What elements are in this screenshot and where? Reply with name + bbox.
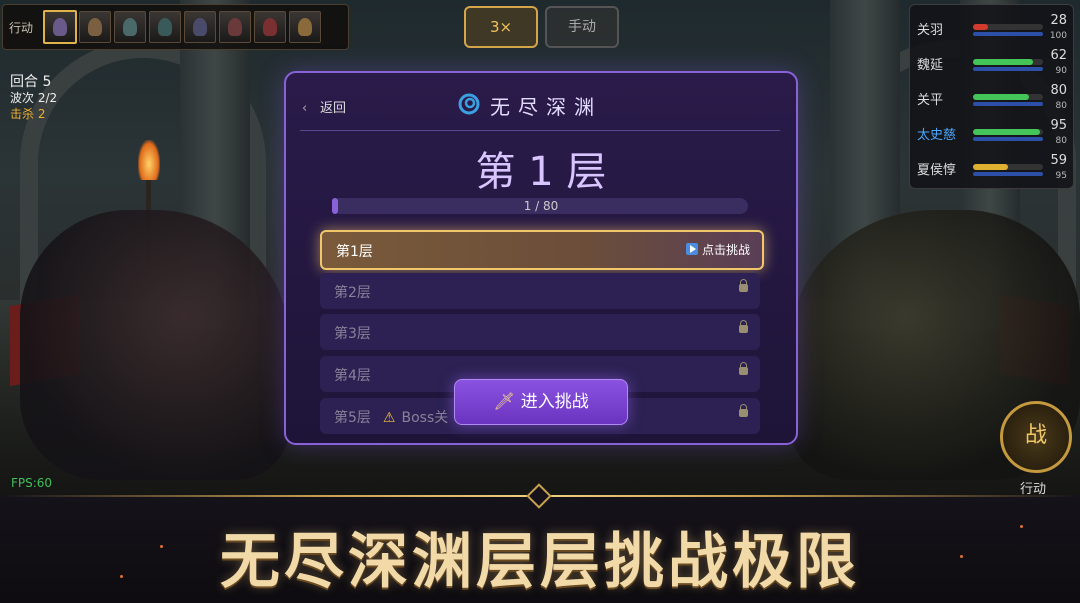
hp-bar	[973, 59, 1043, 65]
hp-bar	[973, 164, 1043, 170]
enter-challenge-label: 进入挑战	[520, 392, 589, 412]
hp-fill	[973, 164, 1008, 170]
unit-portrait[interactable]	[79, 11, 111, 43]
hero-name: 关羽	[917, 23, 944, 38]
unit-portrait[interactable]	[149, 11, 181, 43]
fps-counter: FPS:60	[11, 476, 53, 490]
torch-flame-icon	[138, 140, 160, 180]
wave-counter: 波次 2/2	[10, 91, 58, 105]
title-divider	[300, 130, 780, 131]
dialog-title: 无尽深渊	[490, 95, 602, 119]
back-label: 返回	[320, 101, 347, 116]
hp-value: 95	[1050, 118, 1067, 133]
lock-icon	[739, 279, 748, 292]
floor-label: 第5层 ⚠ Boss关	[334, 407, 448, 427]
ember-particle	[1020, 525, 1023, 528]
hp-value: 62	[1050, 48, 1067, 63]
boss-tag: Boss关	[401, 410, 449, 426]
back-arrow-icon: ‹	[302, 101, 308, 116]
battle-stats: 回合 5 波次 2/2 击杀 2	[10, 74, 57, 122]
action-order-label: 行动	[9, 21, 34, 35]
challenge-prompt-label: 点击挑战	[701, 243, 750, 257]
hp-value: 59	[1050, 153, 1067, 168]
unit-portrait[interactable]	[184, 11, 216, 43]
mp-bar	[973, 102, 1043, 106]
mp-value: 80	[1055, 101, 1067, 111]
sword-icon: 🗡	[493, 392, 515, 412]
hero-name: 太史慈	[917, 128, 957, 143]
hero-status-row[interactable]: 关羽 28 100	[910, 9, 1073, 43]
hp-value: 80	[1050, 83, 1067, 98]
current-floor-heading: 第 1 层	[475, 149, 607, 195]
hero-status-row[interactable]: 魏延 62 90	[910, 44, 1073, 78]
promo-banner: 无尽深渊层层挑战极限	[0, 483, 1080, 603]
hp-fill	[973, 59, 1033, 65]
play-icon	[685, 243, 698, 255]
mp-value: 95	[1055, 171, 1067, 181]
challenge-prompt[interactable]: 点击挑战	[685, 241, 750, 258]
floor-progress-text: 1 / 80	[523, 199, 559, 213]
fight-button[interactable]: 战	[1000, 401, 1072, 473]
mp-bar	[973, 67, 1043, 71]
mp-bar	[973, 32, 1043, 36]
hero-status-row[interactable]: 太史慈 95 80	[910, 114, 1073, 148]
round-counter: 回合 5	[10, 74, 52, 90]
lock-icon	[739, 320, 748, 333]
unit-portrait[interactable]	[289, 11, 321, 43]
back-button[interactable]: ‹ 返回	[302, 97, 346, 116]
floor-row[interactable]: 第2层	[320, 273, 760, 309]
floor-label: 第3层	[334, 326, 371, 342]
mp-bar	[973, 137, 1043, 141]
vortex-icon	[458, 93, 480, 115]
mp-bar	[973, 172, 1043, 176]
mp-value: 90	[1055, 66, 1067, 76]
hp-bar	[973, 24, 1043, 30]
hp-value: 28	[1050, 13, 1067, 28]
hp-fill	[973, 24, 989, 30]
enemy-army	[20, 210, 290, 480]
unit-portrait[interactable]	[219, 11, 251, 43]
promo-slogan: 无尽深渊层层挑战极限	[220, 527, 860, 597]
speed-toggle-button[interactable]: 3×	[464, 6, 538, 48]
hero-status-panel: 关羽 28 100 魏延 62 90 关平 80 80 太史慈 95 80 夏侯惇 59 95	[909, 4, 1074, 189]
floor-label: 第2层	[334, 285, 371, 301]
hero-name: 夏侯惇	[917, 163, 957, 178]
hp-fill	[973, 129, 1040, 135]
ember-particle	[160, 545, 163, 548]
hero-name: 魏延	[917, 58, 944, 73]
unit-portrait[interactable]	[114, 11, 146, 43]
unit-portrait[interactable]	[43, 10, 77, 44]
lock-icon	[739, 404, 748, 417]
hero-status-row[interactable]: 关平 80 80	[910, 79, 1073, 113]
hero-name: 关平	[917, 93, 944, 108]
hp-fill	[973, 94, 1029, 100]
warning-icon: ⚠	[382, 410, 396, 426]
floor-label: 第4层	[334, 368, 371, 384]
mp-value: 80	[1055, 136, 1067, 146]
ember-particle	[120, 575, 123, 578]
action-order-bar: 行动	[2, 4, 349, 50]
hp-bar	[973, 129, 1043, 135]
floor-row[interactable]: 第1层 点击挑战	[320, 230, 764, 270]
floor-label: 第1层	[336, 244, 373, 260]
enter-challenge-button[interactable]: 🗡 进入挑战	[454, 379, 628, 425]
hp-bar	[973, 94, 1043, 100]
mp-value: 100	[1049, 31, 1067, 41]
manual-mode-button[interactable]: 手动	[545, 6, 619, 48]
lock-icon	[739, 362, 748, 375]
kill-counter: 击杀 2	[10, 107, 46, 121]
ember-particle	[960, 555, 963, 558]
floor-label-text: 第5层	[334, 410, 371, 426]
floor-row[interactable]: 第3层	[320, 314, 760, 350]
hero-status-row[interactable]: 夏侯惇 59 95	[910, 149, 1073, 183]
unit-portrait[interactable]	[254, 11, 286, 43]
